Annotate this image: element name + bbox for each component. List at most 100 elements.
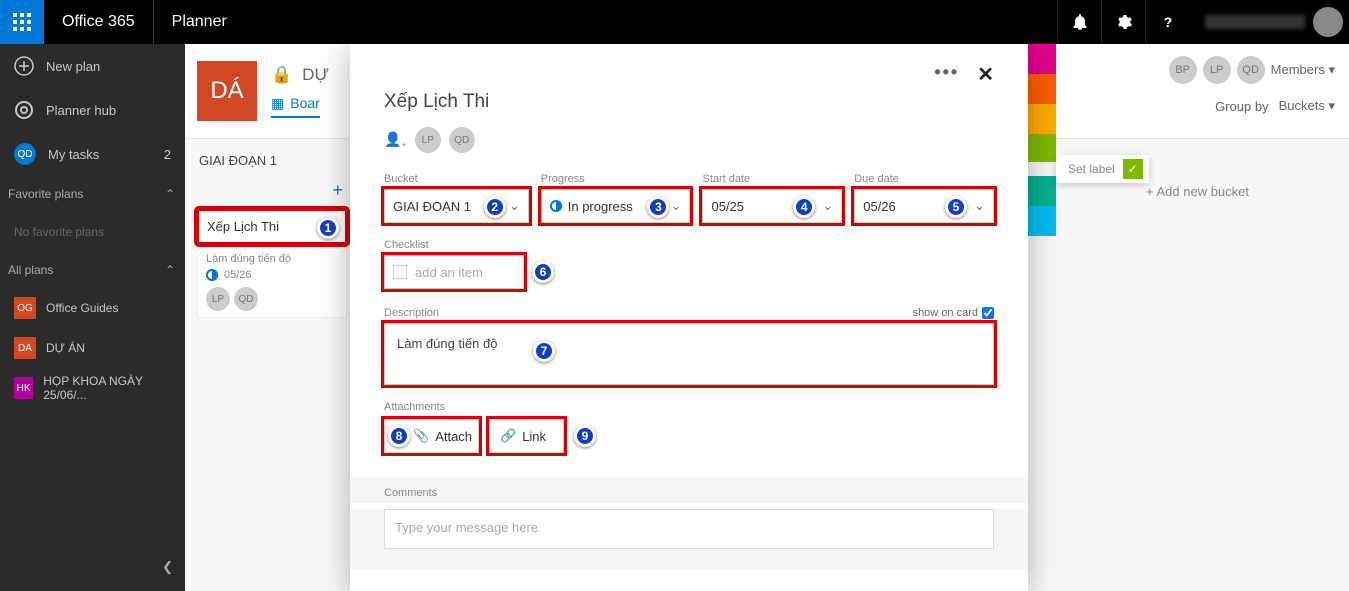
- app-launcher-icon[interactable]: [0, 0, 44, 44]
- progress-select[interactable]: In progress 3 ⌄: [541, 189, 691, 223]
- board-icon: ▦: [271, 95, 284, 112]
- description-input[interactable]: Làm đúng tiến độ 7: [384, 323, 994, 385]
- chevron-down-icon: ⌄: [822, 198, 833, 214]
- plan-item-1[interactable]: DA DỰ ÁN: [0, 328, 185, 368]
- comments-label: Comments: [350, 477, 1028, 503]
- new-plan-label: New plan: [46, 59, 100, 74]
- comment-input[interactable]: Type your message here: [384, 509, 994, 549]
- app-title[interactable]: Planner: [154, 13, 245, 31]
- task-card-desc: Làm đúng tiến độ: [206, 253, 338, 265]
- start-date-value: 05/25: [711, 199, 744, 214]
- link-label: Link: [522, 429, 546, 444]
- progress-icon: [206, 269, 218, 281]
- member-avatar[interactable]: QD: [1237, 56, 1265, 84]
- annotation-pin: 5: [945, 196, 967, 218]
- planner-hub-link[interactable]: Planner hub: [0, 88, 185, 132]
- confirm-label-icon[interactable]: ✓: [1123, 159, 1143, 179]
- start-field-label: Start date: [702, 173, 842, 185]
- chevron-down-icon: ⌄: [509, 198, 520, 214]
- plan-item-2[interactable]: HK HỌP KHOA NGÀY 25/06/...: [0, 368, 185, 408]
- label-swatch-pink[interactable]: [1028, 44, 1056, 74]
- all-plans-head[interactable]: All plans ⌃: [0, 252, 185, 288]
- add-task-button[interactable]: +: [197, 176, 347, 209]
- group-by-dropdown[interactable]: Buckets ▾: [1279, 98, 1335, 114]
- close-icon[interactable]: ✕: [977, 62, 994, 87]
- brand-title[interactable]: Office 365: [44, 0, 154, 44]
- annotation-pin: 2: [484, 196, 506, 218]
- task-card-body[interactable]: Làm đúng tiến độ 05/26 LP QD: [197, 246, 347, 318]
- my-tasks-label: My tasks: [48, 147, 99, 162]
- label-swatch-blue[interactable]: [1028, 206, 1056, 236]
- chevron-down-icon: ⌄: [974, 198, 985, 214]
- member-avatar[interactable]: BP: [1169, 56, 1197, 84]
- collapse-nav-icon[interactable]: ❮: [162, 559, 173, 575]
- show-on-card-label: show on card: [913, 307, 978, 319]
- start-date-picker[interactable]: 05/25 4 ⌄: [702, 189, 842, 223]
- task-avatar: QD: [234, 287, 258, 311]
- more-options-icon[interactable]: •••: [934, 62, 959, 87]
- label-swatch-orange[interactable]: [1028, 74, 1056, 104]
- plan-badge: DA: [14, 337, 36, 359]
- checklist-label: Checklist: [384, 239, 994, 251]
- add-bucket-button[interactable]: + Add new bucket: [1146, 184, 1249, 199]
- modal-task-title[interactable]: Xếp Lịch Thi: [384, 91, 994, 113]
- group-by-label: Group by: [1215, 99, 1268, 114]
- assignee-avatar[interactable]: LP: [415, 127, 441, 153]
- label-swatch-green[interactable]: [1028, 134, 1056, 162]
- set-label-flyout[interactable]: Set label ✓: [1056, 155, 1149, 183]
- favorite-plans-head[interactable]: Favorite plans ⌃: [0, 176, 185, 212]
- user-avatar: [1313, 7, 1343, 37]
- tab-board-label: Boar: [290, 95, 320, 111]
- comment-placeholder: Type your message here: [395, 520, 538, 535]
- annotation-pin: 6: [532, 261, 554, 283]
- notifications-icon[interactable]: [1057, 0, 1101, 44]
- description-label: Description: [384, 307, 439, 319]
- plan-badge: HK: [14, 377, 33, 399]
- task-avatar: LP: [206, 287, 230, 311]
- link-icon: 🔗: [500, 428, 516, 444]
- chevron-down-icon: ⌄: [671, 198, 682, 214]
- new-plan-button[interactable]: New plan: [0, 44, 185, 88]
- checklist-add-item[interactable]: add an item: [384, 255, 524, 289]
- due-date-picker[interactable]: 05/26 5 ⌄: [854, 189, 994, 223]
- plan-item-0[interactable]: OG Office Guides: [0, 288, 185, 328]
- bucket-field-label: Bucket: [384, 173, 529, 185]
- bucket-title[interactable]: GIAI ĐOẠN 1: [197, 139, 347, 176]
- annotation-pin: 7: [533, 340, 555, 362]
- hub-icon: [14, 100, 34, 120]
- due-field-label: Due date: [854, 173, 994, 185]
- user-menu[interactable]: [1189, 0, 1349, 44]
- bucket-value: GIAI ĐOẠN 1: [393, 199, 471, 214]
- user-name-redacted: [1205, 15, 1305, 29]
- link-button[interactable]: 🔗 Link: [489, 419, 564, 453]
- plan-name: Office Guides: [46, 301, 118, 315]
- progress-icon: [550, 200, 562, 212]
- lock-icon: 🔒: [271, 65, 292, 85]
- member-avatar[interactable]: LP: [1203, 56, 1231, 84]
- all-plans-label: All plans: [8, 263, 53, 277]
- assignee-avatar[interactable]: QD: [449, 127, 475, 153]
- label-swatch-teal[interactable]: [1028, 176, 1056, 206]
- due-date-value: 05/26: [863, 199, 896, 214]
- assign-icon[interactable]: 👤+: [384, 131, 407, 150]
- show-on-card-checkbox[interactable]: [982, 307, 994, 319]
- task-modal: ••• ✕ Xếp Lịch Thi 👤+ LP QD Bucket GIAI …: [350, 44, 1028, 591]
- chevron-up-icon: ⌃: [165, 263, 175, 277]
- show-on-card-toggle[interactable]: show on card: [913, 307, 994, 319]
- settings-icon[interactable]: [1101, 0, 1145, 44]
- paperclip-icon: 📎: [413, 428, 429, 444]
- progress-field-label: Progress: [541, 173, 691, 185]
- label-swatches: [1028, 44, 1056, 236]
- bucket-select[interactable]: GIAI ĐOẠN 1 2 ⌄: [384, 189, 529, 223]
- attach-label: Attach: [435, 429, 472, 444]
- left-nav: New plan Planner hub QD My tasks 2 Favor…: [0, 44, 185, 591]
- label-swatch-amber[interactable]: [1028, 104, 1056, 134]
- my-tasks-link[interactable]: QD My tasks 2: [0, 132, 185, 176]
- plus-circle-icon: [14, 56, 34, 76]
- help-icon[interactable]: ?: [1145, 0, 1189, 44]
- attach-button[interactable]: 8 📎 Attach: [384, 419, 479, 453]
- tab-board[interactable]: ▦ Boar: [271, 95, 320, 118]
- plan-badge-large: DÁ: [197, 61, 257, 121]
- task-card[interactable]: Xếp Lịch Thi 1: [197, 209, 347, 244]
- members-dropdown[interactable]: Members ▾: [1271, 62, 1335, 78]
